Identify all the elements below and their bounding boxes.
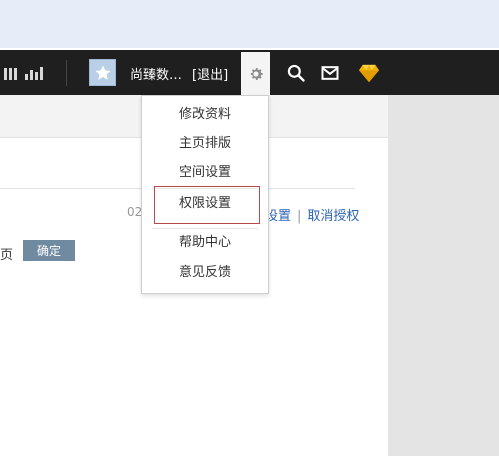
page-label: 页 (0, 248, 14, 263)
vip-button[interactable] (358, 62, 380, 84)
gear-icon (250, 67, 263, 80)
action-links: 设置 | 取消授权 (265, 205, 359, 224)
menu-item-feedback[interactable]: 意见反馈 (142, 261, 268, 285)
avatar[interactable] (89, 59, 116, 86)
search-icon (287, 64, 305, 82)
settings-dropdown-menu: 修改资料 主页排版 空间设置 权限设置 帮助中心 意见反馈 (141, 95, 269, 294)
username-link[interactable]: 尚臻数… (130, 64, 182, 83)
browser-area (0, 0, 499, 48)
mail-button[interactable] (319, 62, 341, 84)
link-separator: | (297, 209, 302, 224)
pause-bars-icon[interactable] (0, 64, 20, 80)
cancel-auth-link[interactable]: 取消授权 (307, 209, 359, 224)
highlight-box (154, 186, 260, 224)
signal-bars-icon[interactable] (24, 64, 44, 80)
top-left-icons (0, 64, 48, 82)
logout-link[interactable]: [退出] (192, 64, 228, 83)
right-sidebar-area (388, 95, 499, 456)
star-icon (95, 65, 110, 80)
nav-divider (66, 60, 67, 86)
diamond-icon (359, 64, 379, 83)
search-button[interactable] (285, 62, 307, 84)
menu-divider (152, 228, 258, 229)
confirm-button[interactable]: 确定 (23, 240, 75, 261)
menu-item-help-center[interactable]: 帮助中心 (142, 231, 268, 255)
menu-item-space-settings[interactable]: 空间设置 (142, 161, 268, 185)
menu-item-homepage-layout[interactable]: 主页排版 (142, 132, 268, 156)
menu-item-edit-profile[interactable]: 修改资料 (142, 103, 268, 127)
date-fragment: 02 (127, 205, 143, 219)
settings-button[interactable] (241, 52, 270, 95)
mail-icon (321, 66, 339, 80)
